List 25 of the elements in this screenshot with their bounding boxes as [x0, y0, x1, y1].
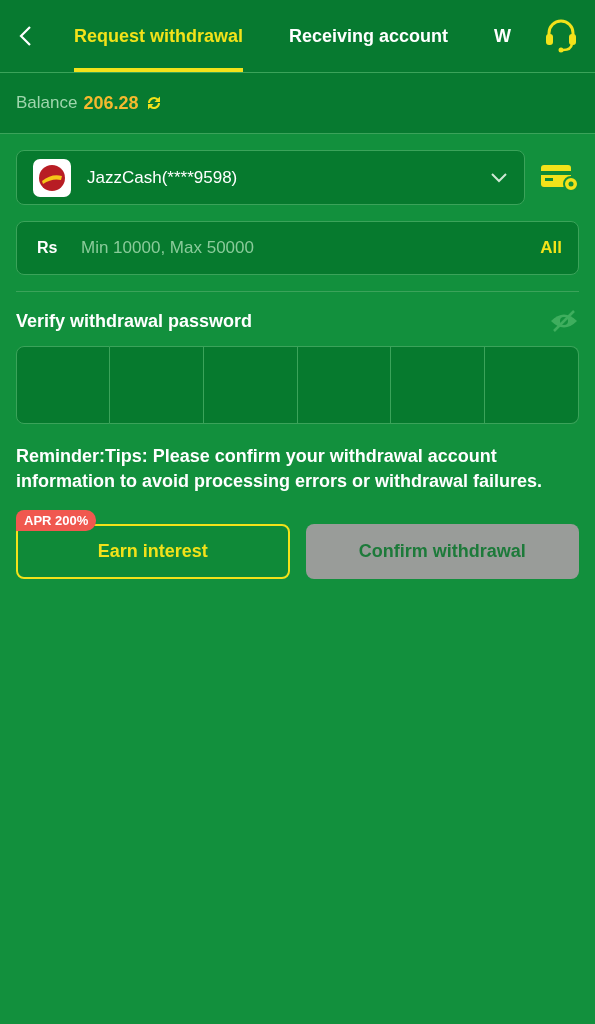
action-button[interactable]: Earn interest — [16, 524, 290, 579]
card-settings-icon[interactable] — [541, 162, 579, 193]
tab[interactable]: Request withdrawal — [74, 0, 244, 72]
balance-label: Balance — [16, 93, 78, 113]
apr-badge: APR 200% — [16, 510, 97, 531]
currency-label: Rs — [37, 239, 59, 257]
password-label: Verify withdrawal password — [16, 310, 253, 332]
password-cell[interactable] — [109, 346, 204, 424]
password-cell[interactable] — [391, 346, 486, 424]
balance-amount: 206.28 — [83, 92, 139, 114]
amount-field[interactable]: Rs Min 10000, Max 50000 All — [16, 221, 579, 275]
password-cell[interactable] — [297, 346, 392, 424]
reminder-text: Reminder:Tips: Please confirm your withdrawal account information to avoid processing errors or withdrawal failures. — [16, 445, 544, 493]
password-cell[interactable] — [203, 346, 298, 424]
eye-icon[interactable] — [549, 310, 579, 332]
headset-icon[interactable] — [543, 19, 579, 53]
all-button[interactable]: All — [540, 238, 562, 258]
password-cell[interactable] — [16, 346, 110, 424]
back-icon[interactable] — [18, 25, 32, 47]
account-select[interactable]: JazzCash(****9598) — [16, 150, 525, 205]
tab[interactable]: Receiving account — [289, 0, 449, 72]
wallet-logo-icon — [33, 158, 71, 197]
password-cell[interactable] — [485, 346, 579, 424]
chevron-down-icon — [490, 171, 508, 184]
tab[interactable]: W — [494, 0, 512, 72]
